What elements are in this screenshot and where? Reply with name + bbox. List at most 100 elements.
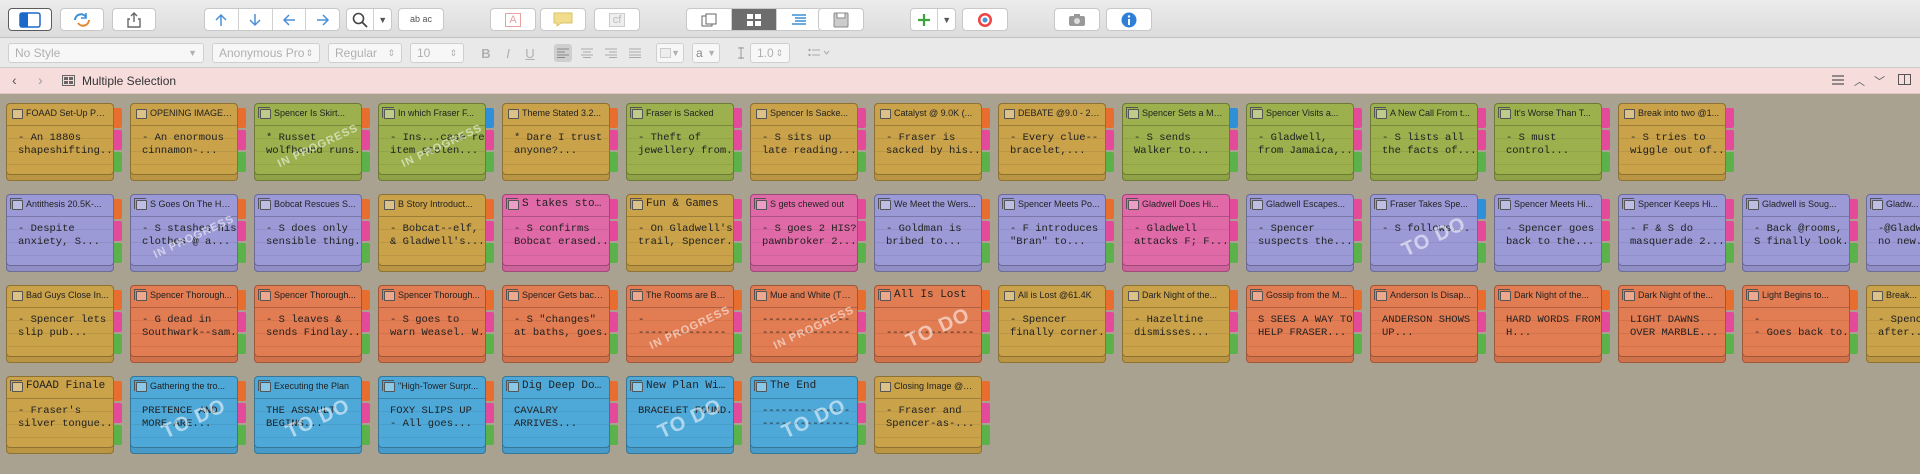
index-card[interactable]: The Rooms are Bur... - -------------- IN P… — [626, 285, 742, 365]
index-card[interactable]: Anderson Is Disap... ANDERSON SHOWS UP... — [1370, 285, 1486, 365]
card-synopsis[interactable]: HARD WORDS FROM H... — [1495, 308, 1601, 340]
index-card[interactable]: Fun & Games - On Gladwell's trail, Spence… — [626, 194, 742, 274]
index-card[interactable]: S Goes On The Hu... - S stashes his cloth… — [130, 194, 246, 274]
card-synopsis[interactable]: - S must control... — [1495, 126, 1601, 158]
corkboard-view-button[interactable] — [731, 9, 776, 30]
card-synopsis[interactable]: - F introduces "Bran" to... — [999, 217, 1105, 249]
card-title[interactable]: Spencer Thorough... — [255, 286, 361, 308]
index-card[interactable]: Gladwell is Soug... - Back @rooms, S fina… — [1742, 194, 1858, 274]
font-select[interactable]: Anonymous Pro ⇕ — [212, 43, 320, 63]
card-synopsis[interactable]: - On Gladwell's trail, Spencer... — [627, 217, 733, 249]
index-card[interactable]: Theme Stated 3.2... * Dare I trust anyone… — [502, 103, 618, 183]
card-title[interactable]: Spencer Thorough... — [131, 286, 237, 308]
card-synopsis[interactable]: - F & S do masquerade 2... — [1619, 217, 1725, 249]
card-title[interactable]: Gathering the tro... — [131, 377, 237, 399]
card-title[interactable]: Fraser Takes Spe... — [1371, 195, 1477, 217]
index-card[interactable]: Bad Guys Close In... - Spencer lets slip … — [6, 285, 122, 365]
card-title[interactable]: Gossip from the M... — [1247, 286, 1353, 308]
card-synopsis[interactable]: - S confirms Bobcat erased... — [503, 217, 609, 249]
index-card[interactable]: Break into two @1... - S tries to wiggle … — [1618, 103, 1734, 183]
card-synopsis[interactable]: - Spencer lets slip pub... — [7, 308, 113, 340]
card-title[interactable]: Spencer Is Sacke... — [751, 104, 857, 126]
card-title[interactable]: "High-Tower Surpr... — [379, 377, 485, 399]
card-synopsis[interactable]: - Theft of jewellery from... — [627, 126, 733, 158]
comment-button[interactable] — [540, 8, 586, 31]
card-synopsis[interactable]: BRACELET FOUND... — [627, 399, 733, 418]
card-title[interactable]: The End — [751, 377, 857, 399]
index-card[interactable]: Spencer Sets a Mo... - S sends Walker to.… — [1122, 103, 1238, 183]
card-synopsis[interactable]: - Despite anxiety, S... — [7, 217, 113, 249]
index-card[interactable]: Dark Night of the... - Hazeltine dismisse… — [1122, 285, 1238, 365]
index-card[interactable]: B Story Introduct... - Bobcat--elf, & Gla… — [378, 194, 494, 274]
card-title[interactable]: It's Worse Than T... — [1495, 104, 1601, 126]
card-title[interactable]: Bobcat Rescues S... — [255, 195, 361, 217]
card-title[interactable]: B Story Introduct... — [379, 195, 485, 217]
card-title[interactable]: Spencer Visits a... — [1247, 104, 1353, 126]
card-synopsis[interactable]: CAVALRY ARRIVES... — [503, 399, 609, 431]
index-card[interactable]: The End -------------- -------------- TO D… — [750, 376, 866, 456]
list-style-button[interactable] — [804, 44, 834, 62]
card-title[interactable]: Gladwell is Soug... — [1743, 195, 1849, 217]
card-synopsis[interactable]: - S goes to warn Weasel. W... — [379, 308, 485, 340]
card-synopsis[interactable]: - Fraser's silver tongue... — [7, 399, 113, 431]
index-card[interactable]: Spencer Thorough... - G dead in Southwark… — [130, 285, 246, 365]
card-synopsis[interactable]: - - Goes back to... — [1743, 308, 1849, 340]
card-title[interactable]: All Is Lost — [875, 286, 981, 308]
card-synopsis[interactable]: - Fraser and Spencer-as-... — [875, 399, 981, 431]
index-card[interactable]: FOAAD Finale - Fraser's silver tongue... — [6, 376, 122, 456]
share-button[interactable] — [112, 8, 156, 31]
index-card[interactable]: All Is Lost -------------- TO DO — [874, 285, 990, 365]
card-title[interactable]: Bad Guys Close In... — [7, 286, 113, 308]
card-title[interactable]: A New Call From t... — [1371, 104, 1477, 126]
compile-button[interactable] — [818, 8, 864, 31]
index-card[interactable]: Antithesis 20.5K-... - Despite anxiety, S… — [6, 194, 122, 274]
card-synopsis[interactable]: * Russet wolfhound runs... — [255, 126, 361, 158]
index-card[interactable]: Fraser Takes Spe... - S follows... TO DO — [1370, 194, 1486, 274]
card-title[interactable]: Spencer Is Skirt... — [255, 104, 361, 126]
card-title[interactable]: OPENING IMAGE (Th... — [131, 104, 237, 126]
card-title[interactable]: Fraser is Sacked — [627, 104, 733, 126]
move-up-button[interactable] — [205, 9, 238, 30]
card-synopsis[interactable]: - Every clue-- bracelet,... — [999, 126, 1105, 158]
index-card[interactable]: Spencer Meets Po... - F introduces "Bran"… — [998, 194, 1114, 274]
card-title[interactable]: Dark Night of the... — [1619, 286, 1725, 308]
card-synopsis[interactable]: * Dare I trust anyone?... — [503, 126, 609, 158]
index-card[interactable]: Dark Night of the... LIGHT DAWNS OVER MAR… — [1618, 285, 1734, 365]
index-card[interactable]: Spencer Is Skirt... * Russet wolfhound ru… — [254, 103, 370, 183]
bold-button[interactable]: B — [478, 44, 494, 62]
index-card[interactable]: Fraser is Sacked - Theft of jewellery fro… — [626, 103, 742, 183]
card-synopsis[interactable]: - S follows... — [1371, 217, 1477, 236]
card-title[interactable]: Executing the Plan — [255, 377, 361, 399]
card-title[interactable]: Catalyst @ 9.0K (... — [875, 104, 981, 126]
find-replace-button[interactable]: ab ac — [398, 8, 444, 31]
card-synopsis[interactable]: FOXY SLIPS UP - All goes... — [379, 399, 485, 431]
card-synopsis[interactable]: - S tries to wiggle out of... — [1619, 126, 1725, 158]
card-title[interactable]: Mue and White (Th... — [751, 286, 857, 308]
card-synopsis[interactable]: - S "changes" at baths, goes... — [503, 308, 609, 340]
snapshot-button[interactable] — [1054, 8, 1100, 31]
card-title[interactable]: Spencer Sets a Mo... — [1123, 104, 1229, 126]
card-title[interactable]: All is Lost @61.4K — [999, 286, 1105, 308]
card-title[interactable]: S Goes On The Hu... — [131, 195, 237, 217]
card-synopsis[interactable]: - Bobcat--elf, & Gladwell's... — [379, 217, 485, 249]
font-size-field[interactable]: 10 ⇕ — [410, 43, 464, 63]
underline-button[interactable]: U — [522, 44, 538, 62]
card-synopsis[interactable]: - -------------- — [627, 308, 733, 340]
card-title[interactable]: S gets chewed out — [751, 195, 857, 217]
italic-button[interactable]: I — [500, 44, 516, 62]
index-card[interactable]: Dark Night of the... HARD WORDS FROM H... — [1494, 285, 1610, 365]
index-card[interactable]: We Meet the Wers... - Goldman is bribed t… — [874, 194, 990, 274]
card-synopsis[interactable]: - S stashes his clothes @ a... — [131, 217, 237, 249]
index-card[interactable]: Gossip from the M... S SEES A WAY TO HELP… — [1246, 285, 1362, 365]
card-title[interactable]: Light Begins to... — [1743, 286, 1849, 308]
card-title[interactable]: Anderson Is Disap... — [1371, 286, 1477, 308]
card-synopsis[interactable]: -------------- -------------- — [751, 399, 857, 431]
card-title[interactable]: Dark Night of the... — [1123, 286, 1229, 308]
card-synopsis[interactable]: - Goldman is bribed to... — [875, 217, 981, 249]
index-card[interactable]: Gladwell Escapes... - Spencer suspects th… — [1246, 194, 1362, 274]
card-title[interactable]: The Rooms are Bur... — [627, 286, 733, 308]
index-card[interactable]: Catalyst @ 9.0K (... - Fraser is sacked b… — [874, 103, 990, 183]
justify-button[interactable] — [626, 44, 644, 62]
card-title[interactable]: S takes stock — [503, 195, 609, 217]
card-title[interactable]: We Meet the Wers... — [875, 195, 981, 217]
